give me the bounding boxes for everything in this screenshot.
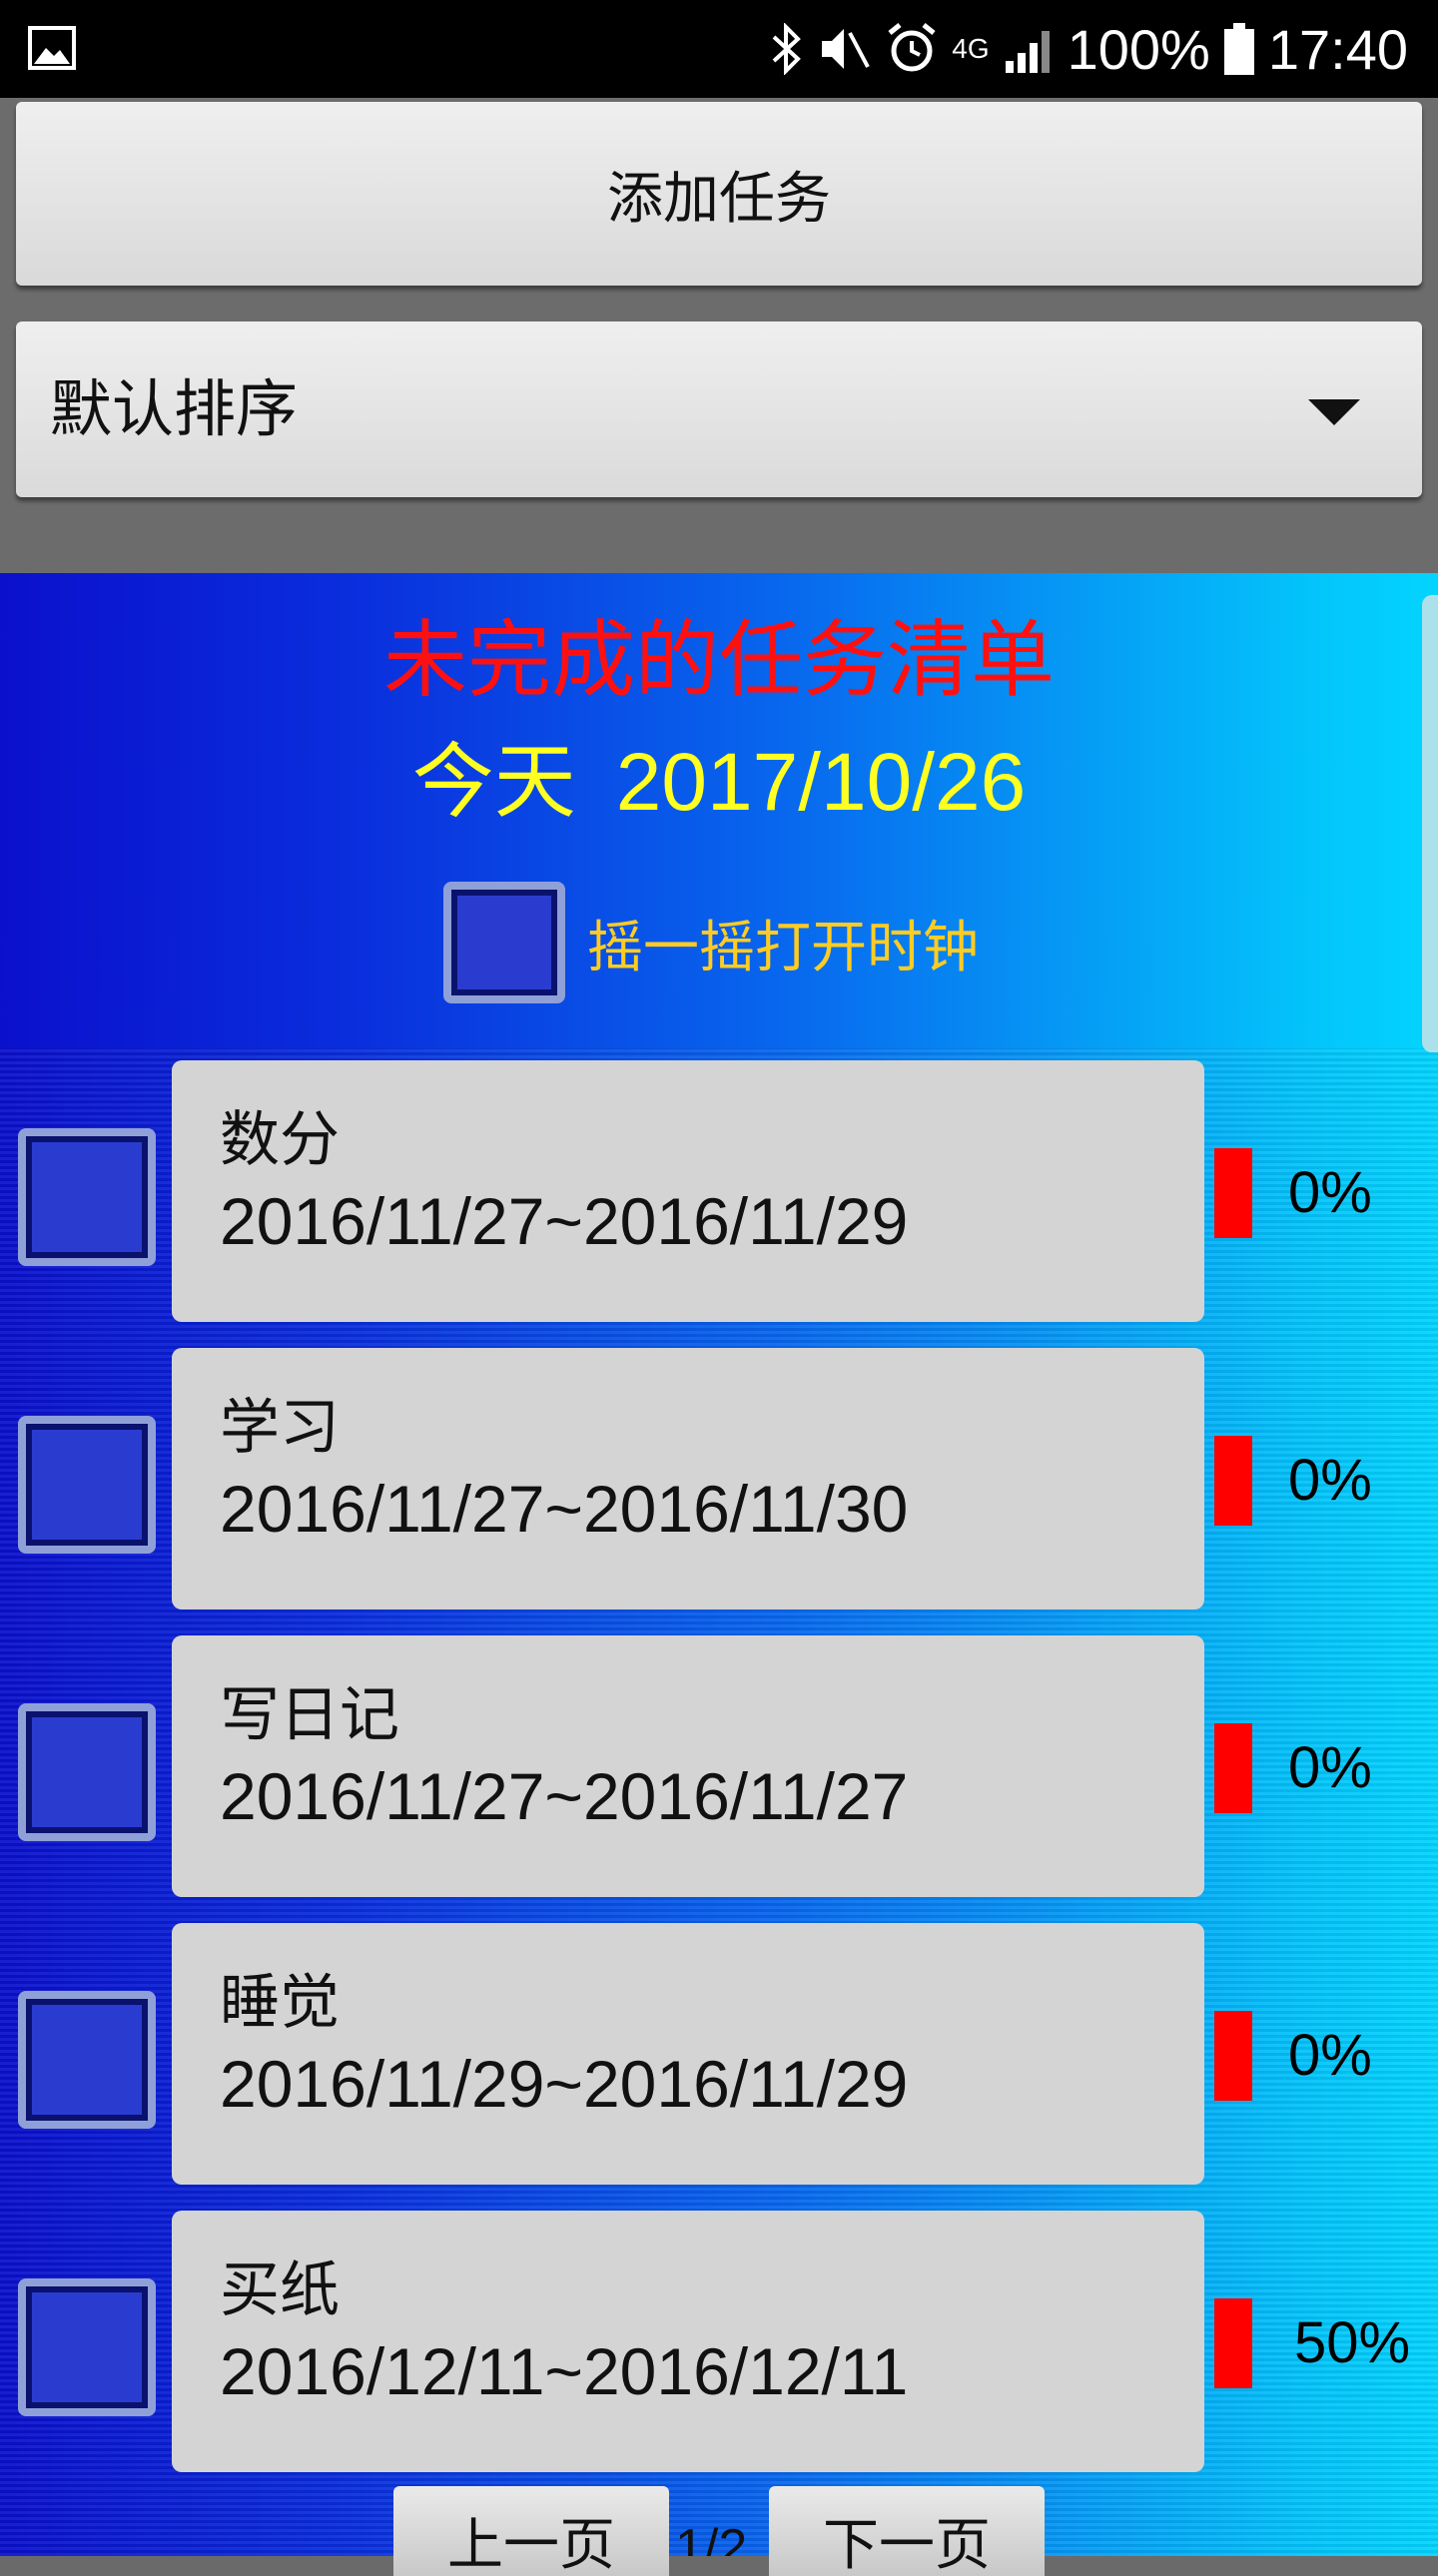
task-name: 睡觉 — [220, 1968, 340, 2038]
clock-time: 17:40 — [1267, 17, 1408, 81]
task-dates: 2016/11/29~2016/11/29 — [220, 2047, 909, 2121]
shake-label: 摇一摇打开时钟 — [587, 915, 979, 980]
progress-percent: 0% — [1288, 1735, 1372, 1800]
signal-icon — [1005, 31, 1050, 73]
bluetooth-icon — [772, 23, 802, 75]
sort-order-select[interactable]: 默认排序 — [16, 322, 1422, 497]
image-icon — [28, 26, 76, 70]
task-card[interactable]: 买纸 2016/12/11~2016/12/11 — [172, 2211, 1204, 2472]
task-card[interactable]: 写日记 2016/11/27~2016/11/27 — [172, 1635, 1204, 1897]
progress-bar — [1214, 1723, 1252, 1813]
task-row: 买纸 2016/12/11~2016/12/11 50% — [0, 2211, 1438, 2472]
task-checkbox[interactable] — [18, 1703, 156, 1841]
today-label: 今天 — [411, 735, 576, 830]
task-name: 买纸 — [220, 2255, 340, 2325]
shake-clock-option[interactable]: 摇一摇打开时钟 — [443, 877, 979, 1008]
progress-bar — [1214, 1148, 1252, 1238]
progress-bar — [1214, 1436, 1252, 1526]
mute-icon — [822, 29, 871, 69]
next-page-button[interactable]: 下一页 — [769, 2486, 1045, 2576]
shake-checkbox[interactable] — [443, 882, 565, 1003]
dropdown-arrow-icon — [1308, 399, 1360, 425]
task-row: 写日记 2016/11/27~2016/11/27 0% — [0, 1635, 1438, 1897]
progress-percent: 0% — [1288, 1448, 1372, 1513]
progress-bar — [1214, 2298, 1252, 2388]
task-list-panel: 未完成的任务清单 今天 2017/10/26 摇一摇打开时钟 数分 2016/11… — [0, 573, 1438, 2556]
task-dates: 2016/11/27~2016/11/27 — [220, 1759, 909, 1833]
add-task-button[interactable]: 添加任务 — [16, 102, 1422, 286]
task-name: 学习 — [220, 1393, 340, 1463]
task-checkbox[interactable] — [18, 1128, 156, 1266]
task-checkbox[interactable] — [18, 1416, 156, 1554]
task-card[interactable]: 睡觉 2016/11/29~2016/11/29 — [172, 1923, 1204, 2185]
page-indicator: 1/2 — [675, 2519, 748, 2556]
status-bar: 4G 100% 17:40 — [0, 0, 1438, 98]
page-title: 未完成的任务清单 — [382, 611, 1055, 709]
progress-percent: 0% — [1288, 1160, 1372, 1225]
alarm-icon — [888, 23, 936, 72]
task-dates: 2016/11/27~2016/11/30 — [220, 1472, 909, 1546]
task-row: 数分 2016/11/27~2016/11/29 0% — [0, 1060, 1438, 1322]
progress-bar — [1214, 2011, 1252, 2101]
task-name: 数分 — [220, 1105, 340, 1175]
task-dates: 2016/11/27~2016/11/29 — [220, 1184, 909, 1258]
task-card[interactable]: 数分 2016/11/27~2016/11/29 — [172, 1060, 1204, 1322]
battery-icon — [1223, 23, 1254, 75]
today-date: 2017/10/26 — [615, 737, 1027, 828]
task-checkbox[interactable] — [18, 1991, 156, 2129]
task-card[interactable]: 学习 2016/11/27~2016/11/30 — [172, 1348, 1204, 1610]
task-row: 睡觉 2016/11/29~2016/11/29 0% — [0, 1923, 1438, 2185]
progress-percent: 0% — [1288, 2023, 1372, 2088]
task-dates: 2016/12/11~2016/12/11 — [220, 2334, 909, 2408]
progress-percent: 50% — [1294, 2310, 1411, 2375]
prev-page-button[interactable]: 上一页 — [393, 2486, 669, 2576]
task-checkbox[interactable] — [18, 2278, 156, 2416]
task-row: 学习 2016/11/27~2016/11/30 0% — [0, 1348, 1438, 1610]
task-name: 写日记 — [220, 1680, 399, 1750]
today-line: 今天 2017/10/26 — [0, 715, 1438, 834]
sort-selected-value: 默认排序 — [50, 372, 299, 445]
network-type: 4G — [952, 33, 990, 64]
battery-percent: 100% — [1067, 17, 1210, 81]
